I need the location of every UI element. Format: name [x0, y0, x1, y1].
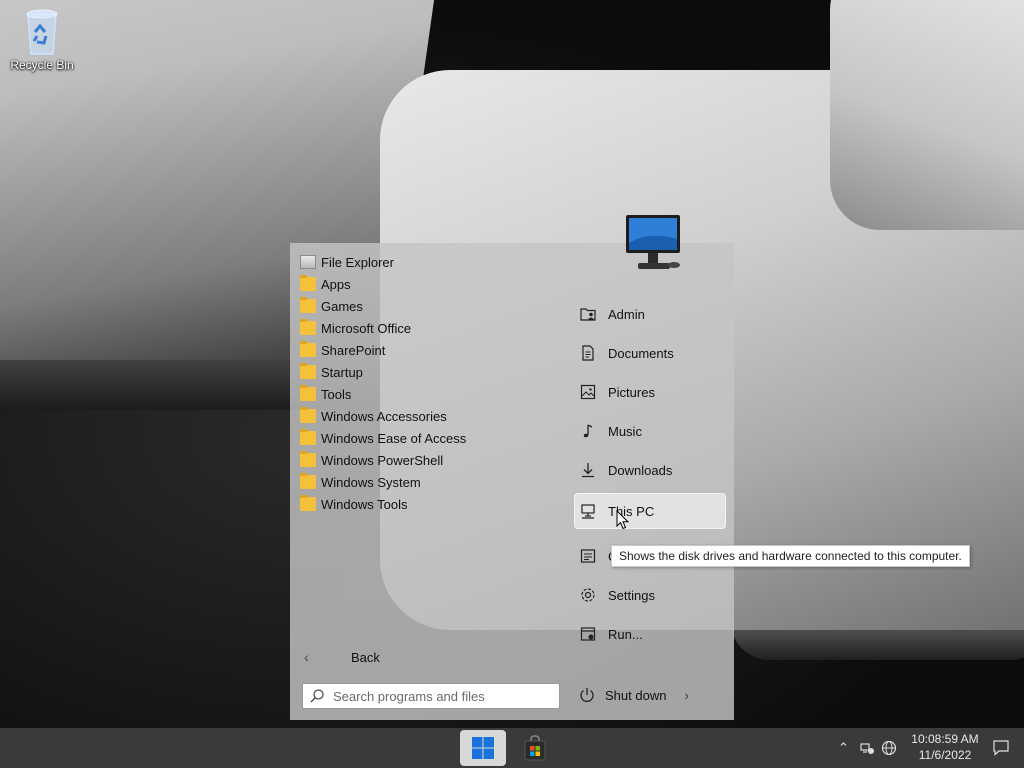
program-item-windows-tools[interactable]: Windows Tools	[300, 493, 560, 515]
place-item-downloads[interactable]: Downloads	[574, 452, 726, 488]
mouse-cursor-icon	[616, 510, 630, 530]
windows-logo-icon	[472, 737, 494, 759]
folder-icon	[300, 407, 316, 423]
music-note-icon	[583, 424, 593, 438]
desktop-icon-label: Recycle Bin	[10, 58, 74, 72]
program-list: File Explorer Apps Games Microsoft Offic…	[300, 251, 560, 515]
place-label: Documents	[608, 345, 674, 361]
folder-icon	[300, 363, 316, 379]
chevron-right-icon[interactable]: ›	[684, 688, 688, 703]
taskbar: ⌃ 10:08:59 AM 11/6/2022	[0, 728, 1024, 768]
folder-icon	[300, 275, 316, 291]
shutdown-label: Shut down	[605, 687, 667, 703]
clock[interactable]: 10:08:59 AM 11/6/2022	[904, 731, 986, 763]
program-item-windows-accessories[interactable]: Windows Accessories	[300, 405, 560, 427]
place-item-this-pc[interactable]: This PC	[574, 493, 726, 529]
folder-icon	[300, 451, 316, 467]
program-label: Windows Accessories	[321, 408, 447, 424]
place-item-music[interactable]: Music	[574, 413, 726, 449]
program-item-windows-system[interactable]: Windows System	[300, 471, 560, 493]
chevron-up-icon[interactable]: ⌃	[838, 740, 849, 756]
program-item-sharepoint[interactable]: SharePoint	[300, 339, 560, 361]
place-item-run[interactable]: Run...	[574, 616, 726, 652]
tooltip: Shows the disk drives and hardware conne…	[611, 545, 970, 567]
picture-icon	[580, 384, 596, 400]
clock-date: 11/6/2022	[918, 748, 972, 762]
network-icon[interactable]	[859, 740, 875, 756]
folder-icon	[300, 319, 316, 335]
clock-time: 10:08:59 AM	[911, 732, 979, 746]
recycle-bin-icon	[26, 9, 58, 55]
folder-icon	[300, 297, 316, 313]
computer-icon	[581, 504, 595, 519]
program-label: File Explorer	[321, 254, 394, 270]
place-label: Pictures	[608, 384, 655, 400]
program-item-tools[interactable]: Tools	[300, 383, 560, 405]
folder-icon	[300, 473, 316, 489]
back-button[interactable]: ‹ Back	[304, 645, 380, 669]
document-icon	[582, 345, 594, 361]
wallpaper-shape	[830, 0, 1024, 230]
search-icon	[310, 689, 324, 703]
folder-icon	[300, 429, 316, 445]
computer-monitor-icon[interactable]	[624, 213, 686, 279]
user-folder-icon	[580, 308, 596, 321]
place-label: Downloads	[608, 462, 673, 478]
program-label: Startup	[321, 364, 363, 380]
folder-icon	[300, 385, 316, 401]
search-input[interactable]	[333, 688, 543, 704]
program-item-windows-ease-of-access[interactable]: Windows Ease of Access	[300, 427, 560, 449]
place-label: Admin	[608, 306, 645, 322]
file-explorer-icon	[300, 255, 316, 269]
place-label: Settings	[608, 587, 655, 603]
globe-icon[interactable]	[881, 740, 897, 756]
program-item-microsoft-office[interactable]: Microsoft Office	[300, 317, 560, 339]
program-item-startup[interactable]: Startup	[300, 361, 560, 383]
desktop-icon-recycle-bin[interactable]: Recycle Bin	[4, 6, 80, 72]
program-item-apps[interactable]: Apps	[300, 273, 560, 295]
system-tray: ⌃	[838, 728, 897, 768]
back-label: Back	[351, 649, 380, 665]
gear-icon	[581, 588, 595, 602]
download-icon	[582, 463, 594, 478]
program-label: Windows Ease of Access	[321, 430, 467, 446]
start-button[interactable]	[460, 730, 506, 766]
taskbar-store-button[interactable]	[512, 730, 558, 766]
place-item-documents[interactable]: Documents	[574, 335, 726, 371]
program-label: Apps	[321, 276, 351, 292]
search-box[interactable]	[302, 683, 560, 709]
program-label: SharePoint	[321, 342, 386, 358]
program-item-games[interactable]: Games	[300, 295, 560, 317]
place-item-settings[interactable]: Settings	[574, 577, 726, 613]
program-label: Microsoft Office	[321, 320, 412, 336]
program-label: Windows Tools	[321, 496, 408, 512]
place-item-admin[interactable]: Admin	[574, 296, 726, 332]
program-label: Windows PowerShell	[321, 452, 444, 468]
control-panel-icon	[580, 549, 596, 563]
place-item-pictures[interactable]: Pictures	[574, 374, 726, 410]
store-bag-icon	[524, 735, 546, 761]
place-label: This PC	[608, 503, 655, 519]
chevron-left-icon: ‹	[304, 649, 309, 665]
place-label: Music	[608, 423, 642, 439]
shutdown-button[interactable]: Shut down ›	[578, 683, 689, 707]
program-item-file-explorer[interactable]: File Explorer	[300, 251, 560, 273]
folder-icon	[300, 341, 316, 357]
notification-icon[interactable]	[992, 739, 1010, 757]
program-item-windows-powershell[interactable]: Windows PowerShell	[300, 449, 560, 471]
power-icon	[580, 688, 594, 702]
run-icon	[580, 627, 596, 641]
program-label: Games	[321, 298, 363, 314]
place-label: Run...	[608, 626, 643, 642]
start-menu: File Explorer Apps Games Microsoft Offic…	[290, 215, 734, 720]
program-label: Windows System	[321, 474, 421, 490]
program-label: Tools	[321, 386, 352, 402]
folder-icon	[300, 495, 316, 511]
